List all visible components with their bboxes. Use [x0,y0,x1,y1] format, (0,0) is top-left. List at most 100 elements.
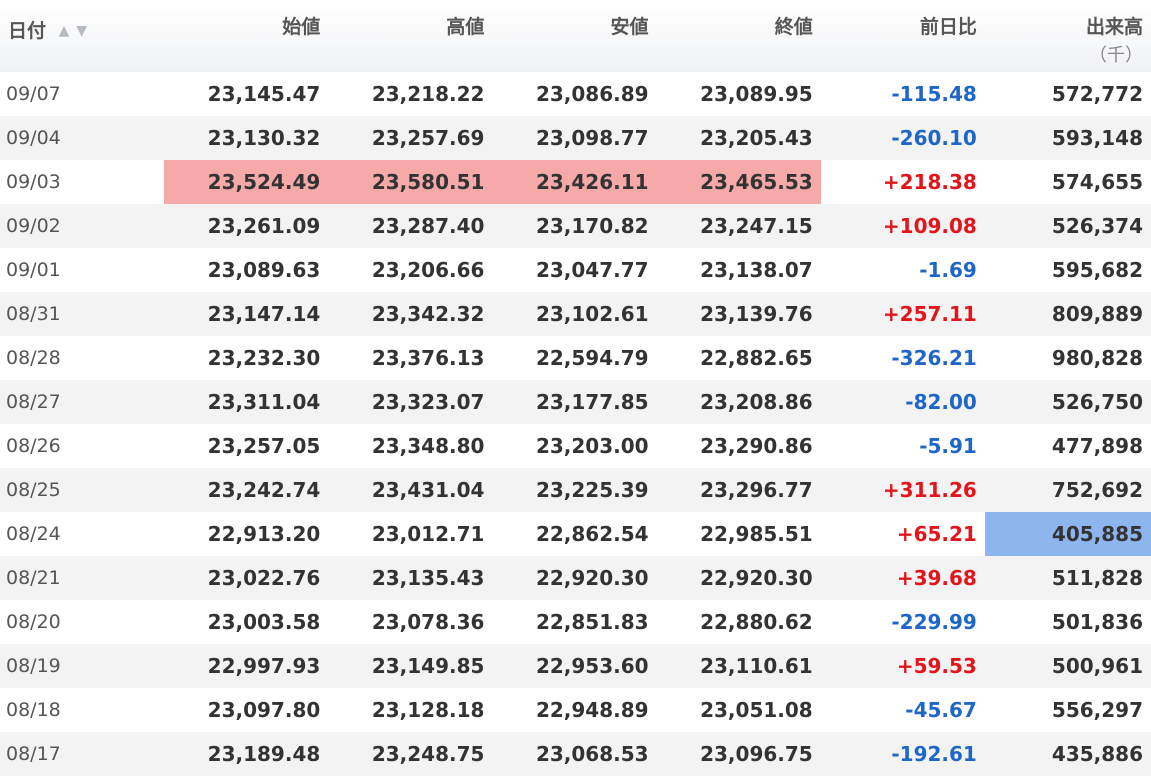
date-column-header[interactable]: 日付 ▲ ▼ [0,0,164,72]
open-cell: 23,003.58 [207,610,321,634]
volume-cell: 595,682 [1051,258,1143,282]
low-cell: 22,862.54 [535,522,649,546]
change-cell: -45.67 [905,698,977,722]
close-cell: 22,880.62 [700,610,813,634]
open-cell-highlighted: 23,524.49 [164,160,329,204]
date-cell: 08/19 [6,655,61,677]
low-cell: 22,594.79 [535,346,649,370]
low-cell: 23,102.61 [535,302,649,326]
volume-unit-label: （千） [1089,45,1143,66]
high-cell: 23,135.43 [371,566,485,590]
change-cell: +311.26 [882,478,977,502]
date-cell: 08/26 [6,435,61,457]
sort-ascending-icon[interactable]: ▲ [59,23,70,39]
date-cell: 09/07 [6,83,61,105]
table-row: 08/20 23,003.58 23,078.36 22,851.83 22,8… [0,600,1151,644]
date-cell: 08/20 [6,611,61,633]
change-cell: -326.21 [891,346,977,370]
open-cell: 23,311.04 [207,390,321,414]
volume-cell: 752,692 [1051,478,1143,502]
table-row: 08/18 23,097.80 23,128.18 22,948.89 23,0… [0,688,1151,732]
volume-cell: 980,828 [1051,346,1143,370]
change-cell: -192.61 [891,742,977,766]
date-header-label: 日付 [8,20,47,42]
volume-cell: 501,836 [1051,610,1143,634]
change-cell: +59.53 [896,654,977,678]
open-cell: 23,097.80 [207,698,321,722]
open-cell: 23,189.48 [207,742,321,766]
sort-descending-icon[interactable]: ▼ [76,23,87,39]
volume-cell-highlighted: 405,885 [984,512,1151,556]
change-cell: -5.91 [919,434,977,458]
low-cell: 22,948.89 [535,698,649,722]
high-cell: 23,248.75 [371,742,485,766]
volume-cell: 526,374 [1051,214,1143,238]
table-row: 08/28 23,232.30 23,376.13 22,594.79 22,8… [0,336,1151,380]
high-cell: 23,128.18 [371,698,485,722]
close-cell: 23,089.95 [700,82,813,106]
high-cell: 23,376.13 [371,346,485,370]
high-cell: 23,206.66 [371,258,485,282]
open-cell: 23,242.74 [207,478,321,502]
date-cell: 09/02 [6,215,61,237]
table-row: 09/03 23,524.49 23,580.51 23,426.11 23,4… [0,160,1151,204]
high-cell: 23,078.36 [371,610,485,634]
change-cell: +39.68 [896,566,977,590]
low-column-header: 安値 [610,16,649,38]
table-row: 09/07 23,145.47 23,218.22 23,086.89 23,0… [0,72,1151,116]
change-cell: +257.11 [882,302,977,326]
open-column-header: 始値 [282,16,321,38]
date-cell: 09/04 [6,127,61,149]
volume-cell: 572,772 [1051,82,1143,106]
open-cell: 22,997.93 [207,654,321,678]
date-cell: 09/01 [6,259,61,281]
change-cell: -1.69 [919,258,977,282]
low-cell-highlighted: 23,426.11 [492,160,657,204]
open-cell: 23,147.14 [207,302,321,326]
close-cell: 23,051.08 [700,698,813,722]
low-cell: 23,177.85 [535,390,649,414]
volume-column-header: 出来高 （千） [985,0,1151,72]
table-row: 08/31 23,147.14 23,342.32 23,102.61 23,1… [0,292,1151,336]
low-cell: 23,170.82 [535,214,649,238]
close-cell: 23,110.61 [700,654,813,678]
high-cell: 23,431.04 [371,478,485,502]
volume-header-label: 出来高 [1085,16,1143,38]
volume-cell: 556,297 [1051,698,1143,722]
change-cell: -115.48 [891,82,977,106]
change-cell: -229.99 [891,610,977,634]
open-cell: 22,913.20 [207,522,321,546]
high-cell: 23,323.07 [371,390,485,414]
change-cell: -260.10 [891,126,977,150]
open-cell: 23,022.76 [207,566,321,590]
high-cell: 23,012.71 [371,522,485,546]
low-cell: 23,047.77 [535,258,649,282]
close-cell: 22,920.30 [700,566,813,590]
close-cell: 23,205.43 [700,126,813,150]
change-cell: +109.08 [882,214,977,238]
close-cell: 23,139.76 [700,302,813,326]
low-cell: 22,953.60 [535,654,649,678]
table-row: 08/19 22,997.93 23,149.85 22,953.60 23,1… [0,644,1151,688]
table-row: 09/02 23,261.09 23,287.40 23,170.82 23,2… [0,204,1151,248]
close-cell: 23,296.77 [700,478,813,502]
change-cell: -82.00 [905,390,977,414]
low-cell: 23,203.00 [535,434,649,458]
open-cell: 23,130.32 [207,126,321,150]
table-header-row: 日付 ▲ ▼ 始値 高値 安値 終値 前日比 出来高 （千） [0,0,1151,72]
high-cell-highlighted: 23,580.51 [328,160,493,204]
date-cell: 08/18 [6,699,61,721]
change-cell: +218.38 [882,170,977,194]
high-cell: 23,149.85 [371,654,485,678]
date-cell: 08/28 [6,347,61,369]
volume-cell: 511,828 [1051,566,1143,590]
high-cell: 23,348.80 [371,434,485,458]
high-cell: 23,342.32 [371,302,485,326]
close-cell: 23,138.07 [700,258,813,282]
date-cell: 08/21 [6,567,61,589]
date-cell: 08/31 [6,303,61,325]
open-cell: 23,232.30 [207,346,321,370]
change-column-header: 前日比 [919,16,977,38]
high-column-header: 高値 [446,16,485,38]
open-cell: 23,145.47 [207,82,321,106]
